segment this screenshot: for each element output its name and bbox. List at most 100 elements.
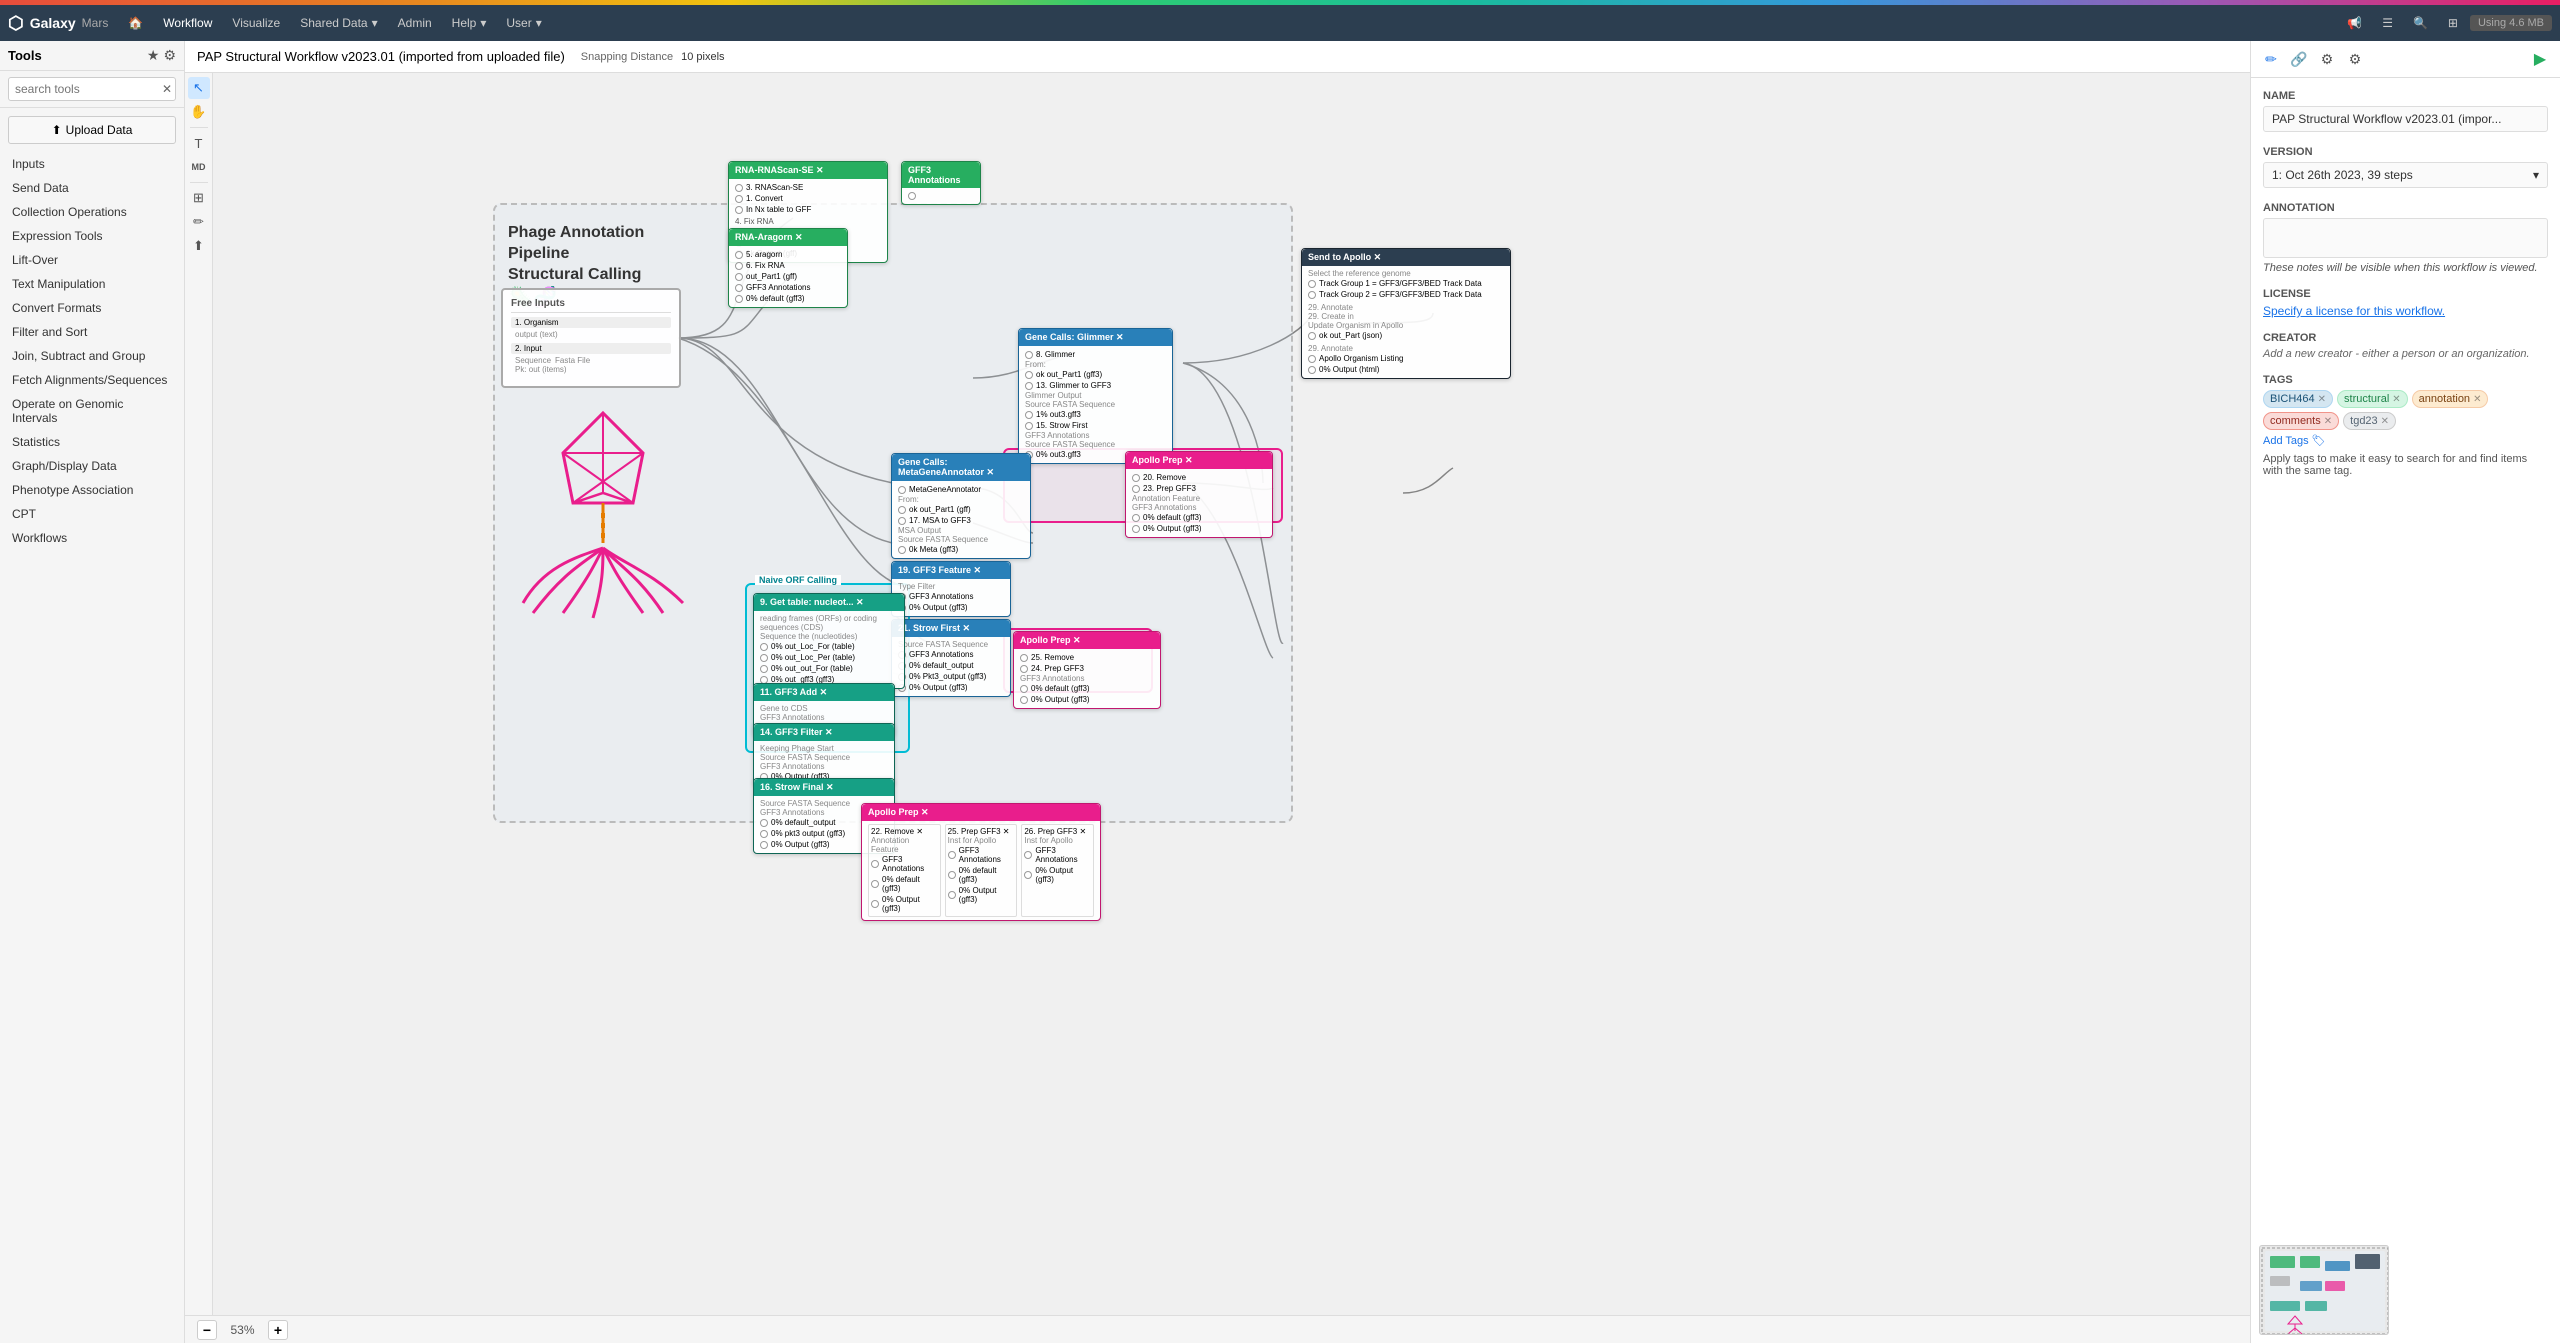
send-apollo-header: Send to Apollo ✕ (1302, 249, 1510, 266)
nav-help[interactable]: Help ▾ (444, 12, 495, 34)
name-value: PAP Structural Workflow v2023.01 (impor.… (2263, 106, 2548, 132)
upload-data-button[interactable]: ⬆ Upload Data (8, 116, 176, 144)
nav-shared-data[interactable]: Shared Data ▾ (292, 12, 385, 34)
hand-tool-icon[interactable]: ✋ (188, 101, 210, 123)
sidebar-item-expression-tools[interactable]: Expression Tools (0, 224, 184, 248)
naive-orf-node[interactable]: 9. Get table: nucleot... ✕ reading frame… (753, 593, 905, 689)
version-field: Version 1: Oct 26th 2023, 39 steps ▾ (2263, 146, 2548, 188)
instance-name: Mars (82, 16, 109, 30)
nav-home[interactable]: 🏠 (120, 12, 151, 34)
zoom-in-icon[interactable]: ⊞ (188, 187, 210, 209)
zoom-in-button[interactable]: + (268, 1320, 288, 1340)
apollo-prep-node-2[interactable]: Apollo Prep ✕ 25. Remove 24. Prep GFF3 G… (1013, 631, 1161, 709)
tag-annotation[interactable]: annotation ✕ (2412, 390, 2489, 408)
rp-play-icon[interactable]: ▶ (2528, 47, 2552, 71)
naive-orf-header: 9. Get table: nucleot... ✕ (754, 594, 904, 611)
search-icon[interactable]: 🔍 (2405, 12, 2436, 34)
sidebar-item-genomic-intervals[interactable]: Operate on Genomic Intervals (0, 392, 184, 430)
rp-settings2-icon[interactable]: ⚙ (2343, 47, 2367, 71)
grid-icon[interactable]: ⊞ (2440, 12, 2466, 34)
sidebar-item-join-subtract[interactable]: Join, Subtract and Group (0, 344, 184, 368)
version-select[interactable]: 1: Oct 26th 2023, 39 steps ▾ (2263, 162, 2548, 188)
workflow-canvas-wrapper[interactable]: Phage AnnotationPipelineStructural Calli… (213, 73, 2250, 1315)
rp-gear-icon[interactable]: ⚙ (2315, 47, 2339, 71)
sidebar-item-collection-ops[interactable]: Collection Operations (0, 200, 184, 224)
cursor-tool-icon[interactable]: ↖ (188, 77, 210, 99)
sidebar-item-fetch-alignments[interactable]: Fetch Alignments/Sequences (0, 368, 184, 392)
apollo-prep-bottom[interactable]: Apollo Prep ✕ 22. Remove ✕ Annotation Fe… (861, 803, 1101, 921)
nav-visualize[interactable]: Visualize (224, 12, 288, 34)
apollo-prep-node-1[interactable]: Apollo Prep ✕ 20. Remove 23. Prep GFF3 A… (1125, 451, 1273, 538)
free-inputs-node[interactable]: Free Inputs 1. Organism output (text) 2.… (501, 288, 681, 388)
nav-user[interactable]: User ▾ (498, 12, 549, 34)
tool-icons-bar: ↖ ✋ T MD ⊞ ✏ ⬆ (185, 73, 213, 1315)
sidebar-item-convert-formats[interactable]: Convert Formats (0, 296, 184, 320)
tag-comments[interactable]: comments ✕ (2263, 412, 2339, 430)
naive-orf-calling-title: Naive ORF Calling (755, 575, 841, 585)
zoom-out-button[interactable]: − (197, 1320, 217, 1340)
rp-edit-icon[interactable]: ✏ (2259, 47, 2283, 71)
apollo-prep-bottom-body: 22. Remove ✕ Annotation Feature GFF3 Ann… (862, 821, 1100, 920)
gff3-filter-node[interactable]: 14. GFF3 Filter ✕ Keeping Phage Start So… (753, 723, 895, 786)
nav-admin[interactable]: Admin (390, 12, 440, 34)
tag-tgd23-remove[interactable]: ✕ (2381, 416, 2389, 427)
search-container: ✕ (0, 71, 184, 108)
add-tags-button[interactable]: Add Tags 🏷 (2263, 434, 2548, 447)
gene-calls-glimmer[interactable]: Gene Calls: Glimmer ✕ 8. Glimmer From: o… (1018, 328, 1173, 464)
tag-comments-remove[interactable]: ✕ (2324, 416, 2332, 427)
gff3-add-header: 11. GFF3 Add ✕ (754, 684, 894, 701)
sidebar-item-text-manip[interactable]: Text Manipulation (0, 272, 184, 296)
annotation-field: Annotation These notes will be visible w… (2263, 202, 2548, 274)
tag-structural-label: structural (2344, 393, 2389, 405)
markdown-tool-icon[interactable]: MD (188, 156, 210, 178)
gff3-filter-body: Type Filter GFF3 Annotations 0% Output (… (892, 579, 1010, 616)
canvas-area: PAP Structural Workflow v2023.01 (import… (185, 41, 2250, 1343)
sidebar-item-graph-display[interactable]: Graph/Display Data (0, 454, 184, 478)
sidebar-item-filter-sort[interactable]: Filter and Sort (0, 320, 184, 344)
sidebar-item-workflows[interactable]: Workflows (0, 526, 184, 550)
text-tool-icon[interactable]: T (188, 132, 210, 154)
tag-tgd23[interactable]: tgd23 ✕ (2343, 412, 2396, 430)
mini-map[interactable] (2259, 1245, 2389, 1335)
metagene-header: Gene Calls: MetaGeneAnnotator ✕ (892, 454, 1030, 481)
megaphone-icon[interactable]: 📢 (2339, 12, 2370, 34)
annotation-textarea[interactable] (2263, 218, 2548, 258)
clear-search-icon[interactable]: ✕ (162, 82, 172, 96)
tags-field: Tags BICH464 ✕ structural ✕ annotation ✕ (2263, 374, 2548, 477)
gff3-feature-filter[interactable]: 19. GFF3 Feature ✕ Type Filter GFF3 Anno… (891, 561, 1011, 617)
rp-link-icon[interactable]: 🔗 (2287, 47, 2311, 71)
list-icon[interactable]: ☰ (2374, 12, 2401, 34)
workflow-canvas[interactable]: Phage AnnotationPipelineStructural Calli… (213, 73, 2250, 1315)
gff3-annot-1[interactable]: GFF3 Annotations (901, 161, 981, 205)
tags-label: Tags (2263, 374, 2548, 386)
tags-container: BICH464 ✕ structural ✕ annotation ✕ comm… (2263, 390, 2548, 430)
tools-title: Tools (8, 48, 42, 63)
search-input[interactable] (8, 77, 176, 101)
creator-link[interactable]: Add a new creator - either a person or a… (2263, 348, 2548, 360)
version-label: Version (2263, 146, 2548, 158)
strow-header: 21. Strow First ✕ (892, 620, 1010, 637)
send-to-apollo-node[interactable]: Send to Apollo ✕ Select the reference ge… (1301, 248, 1511, 379)
pen-tool-icon[interactable]: ✏ (188, 211, 210, 233)
strow-first-node[interactable]: 21. Strow First ✕ Source FASTA Sequence … (891, 619, 1011, 697)
rna-aragorn-node[interactable]: RNA-Aragorn ✕ 5. aragorn 6. Fix RNA out_… (728, 228, 848, 308)
nav-workflow[interactable]: Workflow (155, 12, 220, 34)
sidebar-item-send-data[interactable]: Send Data (0, 176, 184, 200)
upload-tool-icon[interactable]: ⬆ (188, 235, 210, 257)
sidebar-item-lift-over[interactable]: Lift-Over (0, 248, 184, 272)
license-link[interactable]: Specify a license for this workflow. (2263, 304, 2548, 318)
sidebar-item-inputs[interactable]: Inputs (0, 152, 184, 176)
tools-star-icon[interactable]: ★ (147, 47, 160, 64)
workflow-header: PAP Structural Workflow v2023.01 (import… (185, 41, 2250, 73)
sidebar-item-cpt[interactable]: CPT (0, 502, 184, 526)
tag-bich464[interactable]: BICH464 ✕ (2263, 390, 2333, 408)
tools-settings-icon[interactable]: ⚙ (163, 47, 176, 64)
annotation-note: These notes will be visible when this wo… (2263, 262, 2548, 274)
tag-structural-remove[interactable]: ✕ (2392, 394, 2400, 405)
tag-structural[interactable]: structural ✕ (2337, 390, 2408, 408)
tag-annotation-remove[interactable]: ✕ (2473, 394, 2481, 405)
sidebar-item-statistics[interactable]: Statistics (0, 430, 184, 454)
gene-calls-metagene[interactable]: Gene Calls: MetaGeneAnnotator ✕ MetaGene… (891, 453, 1031, 559)
tag-bich464-remove[interactable]: ✕ (2318, 394, 2326, 405)
sidebar-item-phenotype[interactable]: Phenotype Association (0, 478, 184, 502)
